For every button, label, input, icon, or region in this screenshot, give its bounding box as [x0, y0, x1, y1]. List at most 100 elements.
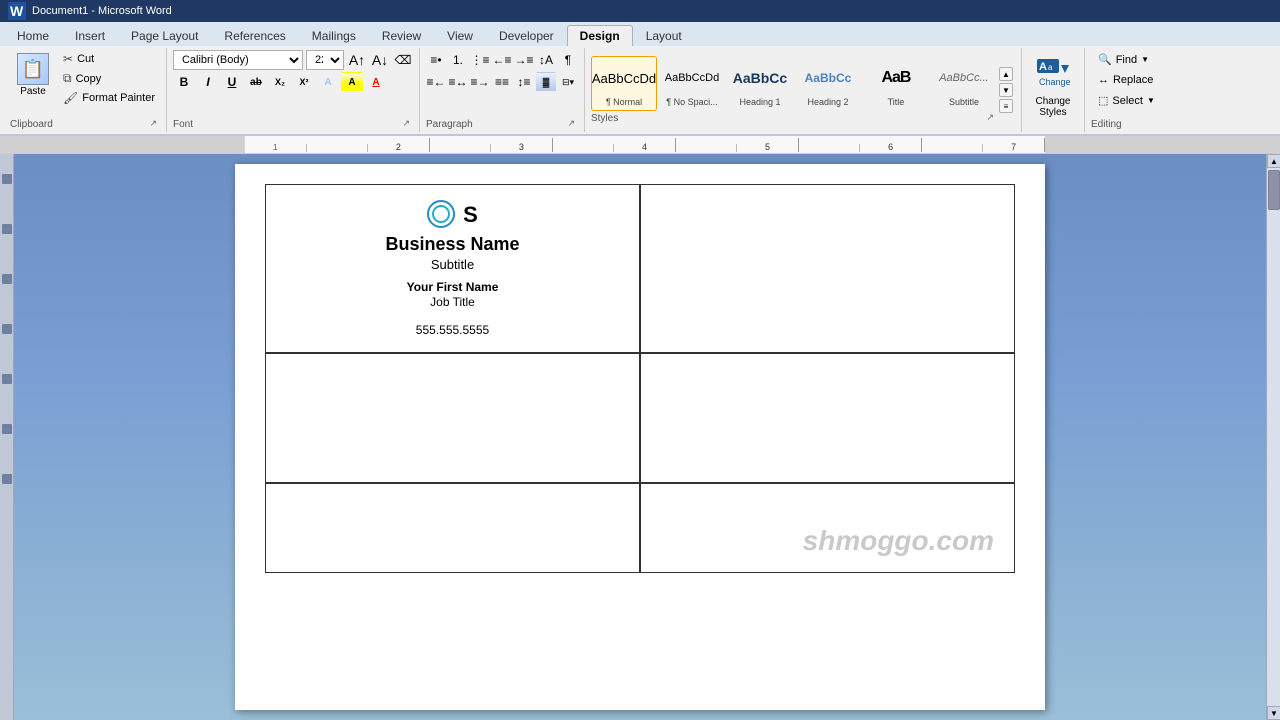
font-shrink-button[interactable]: A↓: [370, 50, 390, 70]
underline-button[interactable]: U: [221, 72, 243, 92]
tab-page-layout[interactable]: Page Layout: [118, 25, 211, 46]
scroll-down-button[interactable]: ▼: [1267, 706, 1280, 720]
document-area[interactable]: S Business Name Subtitle Your First Name…: [14, 154, 1266, 720]
card-cell-3: [265, 353, 640, 483]
change-styles-button[interactable]: A a Change Styles Change Styles: [1028, 50, 1078, 123]
tab-design[interactable]: Design: [567, 25, 633, 46]
svg-text:a: a: [1048, 63, 1053, 72]
tab-home[interactable]: Home: [4, 25, 62, 46]
superscript-button[interactable]: X²: [293, 72, 315, 92]
left-sidebar: [0, 154, 14, 720]
find-dropdown-icon: ▼: [1141, 55, 1149, 64]
align-center-button[interactable]: ≡↔: [448, 72, 468, 92]
paste-button[interactable]: 📋 Paste: [10, 50, 56, 117]
style-title-label: Title: [888, 97, 905, 108]
ruler-left-margin: [0, 136, 245, 154]
font-expand-icon[interactable]: ↗: [399, 117, 413, 130]
justify-button[interactable]: ≡≡: [492, 72, 512, 92]
sidebar-marker-4: [2, 324, 12, 334]
document-title: Document1 - Microsoft Word: [32, 5, 172, 17]
tab-view[interactable]: View: [434, 25, 486, 46]
tab-insert[interactable]: Insert: [62, 25, 118, 46]
style-h2-item[interactable]: AaBbCc Heading 2: [795, 56, 861, 111]
decrease-indent-button[interactable]: ←≡: [492, 50, 512, 70]
tab-mailings[interactable]: Mailings: [299, 25, 369, 46]
highlight-button[interactable]: A: [341, 72, 363, 92]
style-h2-label: Heading 2: [807, 97, 848, 108]
numbering-button[interactable]: 1.: [448, 50, 468, 70]
style-nospace-item[interactable]: AaBbCcDd ¶ No Spaci...: [659, 56, 725, 111]
editing-content: 🔍 Find ▼ ↔ Replace ⬚ Select ▼: [1091, 50, 1162, 117]
show-formatting-button[interactable]: ¶: [558, 50, 578, 70]
font-color-button[interactable]: A: [365, 72, 387, 92]
style-title-item[interactable]: AaB Title: [863, 56, 929, 111]
italic-button[interactable]: I: [197, 72, 219, 92]
styles-scroll-more[interactable]: ≡: [999, 99, 1013, 113]
select-dropdown-icon: ▼: [1147, 96, 1155, 105]
styles-expand-icon[interactable]: ↗: [983, 111, 997, 124]
ruler-mark-8: [676, 144, 738, 152]
font-size-selector[interactable]: 22: [306, 50, 344, 70]
paragraph-group: ≡• 1. ⋮≡ ←≡ →≡ ↕A ¶ ≡← ≡↔ ≡→ ≡≡ ↕≡ ▓ ⊟▾ …: [420, 48, 585, 132]
style-h1-item[interactable]: AaBbCc Heading 1: [727, 56, 793, 111]
clipboard-expand-icon[interactable]: ↗: [146, 117, 160, 130]
document-page[interactable]: S Business Name Subtitle Your First Name…: [235, 164, 1045, 710]
clipboard-group-footer: Clipboard ↗: [10, 117, 160, 130]
text-effects-button[interactable]: A: [317, 72, 339, 92]
line-spacing-button[interactable]: ↕≡: [514, 72, 534, 92]
select-button[interactable]: ⬚ Select ▼: [1091, 91, 1162, 110]
styles-scroll-up[interactable]: ▲: [999, 67, 1013, 81]
replace-button[interactable]: ↔ Replace: [1091, 71, 1160, 89]
styles-group-footer: Styles ↗: [591, 111, 997, 124]
font-grow-button[interactable]: A↑: [347, 50, 367, 70]
format-painter-button[interactable]: 🖌 Format Painter: [58, 89, 160, 107]
strikethrough-button[interactable]: ab: [245, 72, 267, 92]
clear-formatting-button[interactable]: ⌫: [393, 50, 413, 70]
card-letter: S: [463, 202, 478, 228]
tab-layout[interactable]: Layout: [633, 25, 695, 46]
style-subtitle-item[interactable]: AaBbCc... Subtitle: [931, 56, 997, 111]
tab-references[interactable]: References: [211, 25, 298, 46]
cut-button[interactable]: ✂ Cut: [58, 50, 160, 68]
para-row1: ≡• 1. ⋮≡ ←≡ →≡ ↕A ¶: [426, 50, 578, 70]
shading-button[interactable]: ▓: [536, 72, 556, 92]
ribbon: 📋 Paste ✂ Cut ⧉ Copy 🖌 Format Painter: [0, 46, 1280, 136]
scroll-up-button[interactable]: ▲: [1267, 154, 1280, 168]
paragraph-expand-icon[interactable]: ↗: [564, 117, 578, 130]
tab-review[interactable]: Review: [369, 25, 434, 46]
ribbon-tab-bar: Home Insert Page Layout References Maili…: [0, 22, 1280, 46]
scrollbar-thumb[interactable]: [1268, 170, 1280, 210]
paste-label: Paste: [20, 86, 46, 97]
card-phone: 555.555.5555: [416, 323, 489, 337]
clipboard-group-label: Clipboard: [10, 117, 53, 130]
tab-developer[interactable]: Developer: [486, 25, 567, 46]
styles-scroll-down[interactable]: ▼: [999, 83, 1013, 97]
borders-button[interactable]: ⊟▾: [558, 72, 578, 92]
sort-button[interactable]: ↕A: [536, 50, 556, 70]
increase-indent-button[interactable]: →≡: [514, 50, 534, 70]
title-bar: W Document1 - Microsoft Word: [0, 0, 1280, 22]
select-icon: ⬚: [1098, 94, 1108, 107]
bold-button[interactable]: B: [173, 72, 195, 92]
align-right-button[interactable]: ≡→: [470, 72, 490, 92]
styles-group-label: Styles: [591, 111, 618, 124]
ruler-mark-2: [307, 144, 369, 152]
font-family-selector[interactable]: Calibri (Body): [173, 50, 303, 70]
clipboard-small-buttons: ✂ Cut ⧉ Copy 🖌 Format Painter: [58, 50, 160, 117]
card-person-name: Your First Name: [407, 280, 499, 294]
find-label: Find: [1116, 54, 1137, 66]
copy-button[interactable]: ⧉ Copy: [58, 69, 160, 88]
app-logo-icon: W: [8, 2, 26, 20]
font-group-footer: Font ↗: [173, 117, 413, 130]
ruler-mark-6: [553, 144, 615, 152]
scrollbar-track[interactable]: [1267, 168, 1280, 706]
bullets-button[interactable]: ≡•: [426, 50, 446, 70]
cut-icon: ✂: [63, 52, 73, 66]
style-normal-item[interactable]: AaBbCcDd ¶ Normal: [591, 56, 657, 111]
align-left-button[interactable]: ≡←: [426, 72, 446, 92]
multilevel-list-button[interactable]: ⋮≡: [470, 50, 490, 70]
style-h1-preview: AaBbCc: [732, 59, 788, 97]
find-button[interactable]: 🔍 Find ▼: [1091, 50, 1156, 69]
subscript-button[interactable]: X₂: [269, 72, 291, 92]
clipboard-content: 📋 Paste ✂ Cut ⧉ Copy 🖌 Format Painter: [10, 50, 160, 117]
